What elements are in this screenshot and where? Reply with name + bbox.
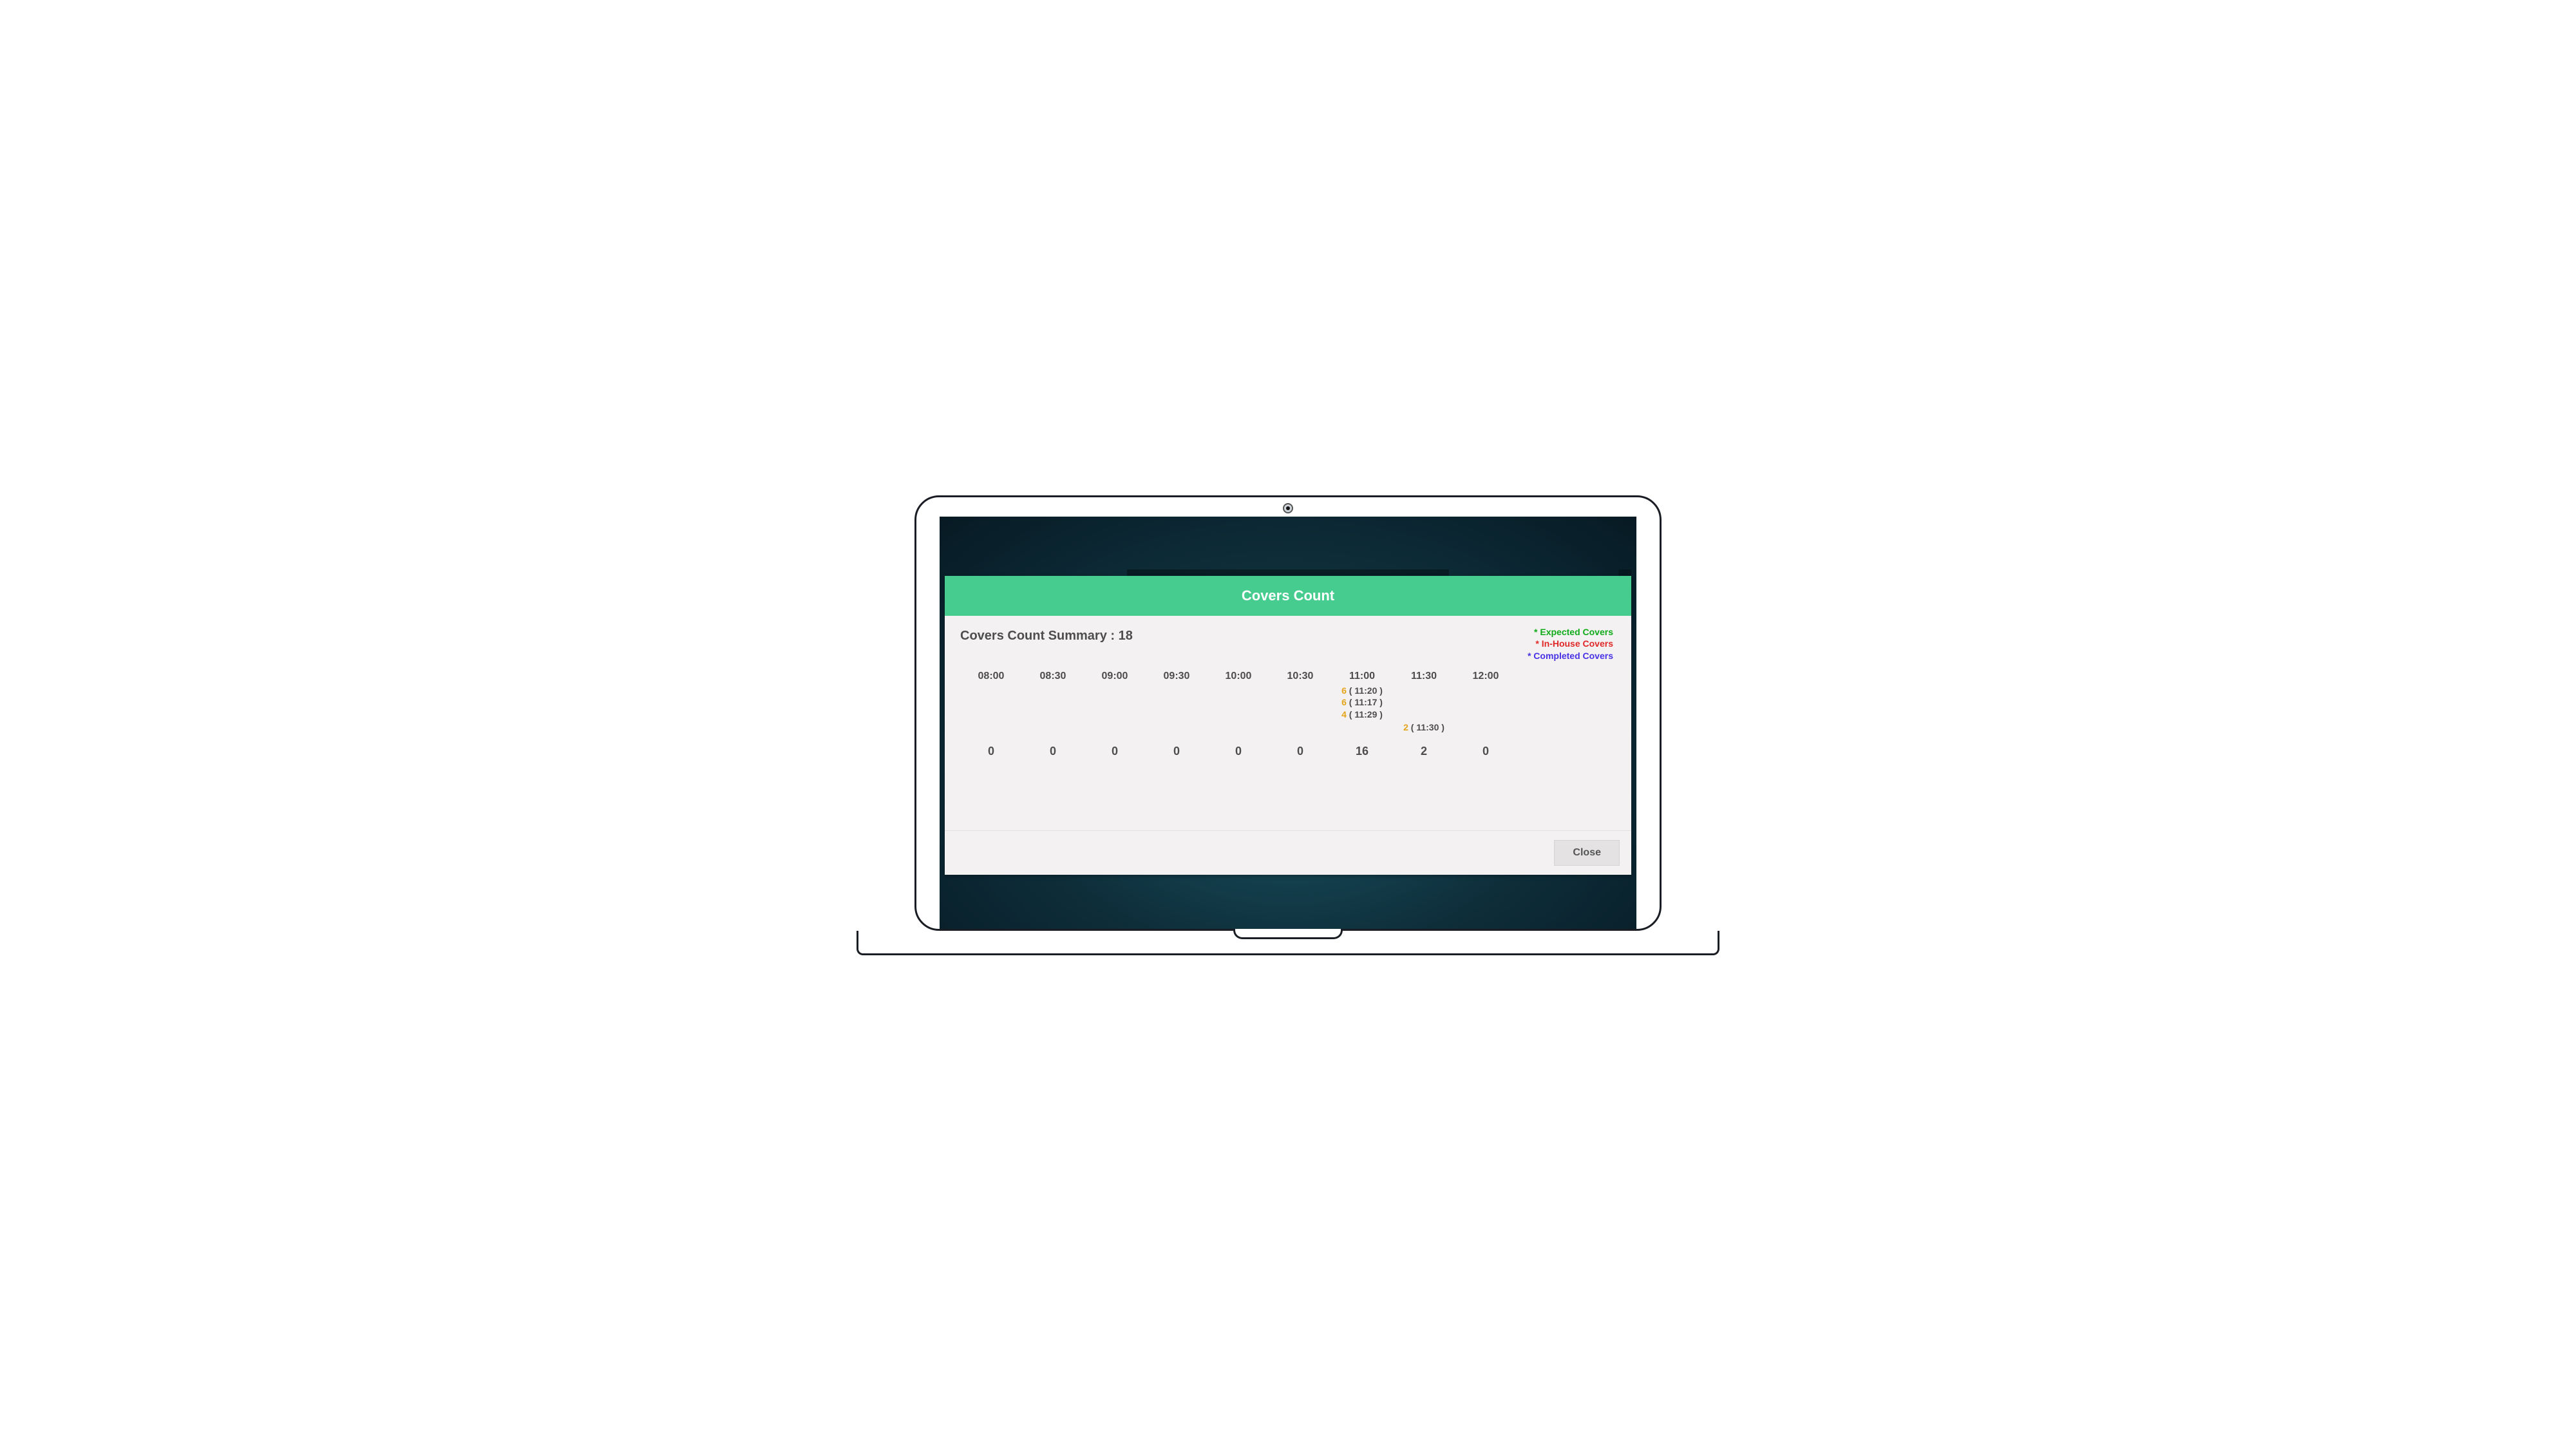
cover-entry-count: 6 [1341,697,1347,707]
timeline-column: 08:30 [1022,671,1084,745]
desktop-background: Covers Count Covers Count Summary : 18 *… [940,517,1636,929]
timeline-totals: 0000001620 [960,745,1616,758]
close-button[interactable]: Close [1554,840,1620,866]
background-window-hint [1127,569,1449,576]
column-total: 0 [960,745,1022,758]
background-window-hint-right [1618,569,1631,576]
cover-entry-time: ( 11:17 ) [1347,697,1383,707]
column-total: 0 [1146,745,1208,758]
column-time: 10:30 [1269,671,1331,682]
timeline-column: 11:30 2 ( 11:30 ) [1393,671,1455,745]
cover-entry-count: 4 [1341,709,1347,720]
legend-completed: * Completed Covers [1528,650,1613,662]
cover-entry-count: 6 [1341,685,1347,696]
timeline-column: 09:00 [1084,671,1146,745]
cover-entry-time: ( 11:29 ) [1347,709,1383,720]
laptop-base [857,931,1719,955]
modal-footer: Close [945,830,1631,875]
cover-entry: 6 ( 11:17 ) [1331,696,1393,709]
cover-entry: 2 ( 11:30 ) [1393,721,1455,734]
laptop-mockup: Covers Count Covers Count Summary : 18 *… [914,495,1662,955]
column-total: 0 [1084,745,1146,758]
covers-count-modal: Covers Count Covers Count Summary : 18 *… [945,576,1631,875]
column-total: 2 [1393,745,1455,758]
cover-entry-time: ( 11:20 ) [1347,685,1383,696]
cover-entry: 6 ( 11:20 ) [1331,685,1393,697]
timeline-column: 11:006 ( 11:20 )6 ( 11:17 )4 ( 11:29 ) [1331,671,1393,745]
legend: * Expected Covers * In-House Covers * Co… [1528,626,1613,663]
column-time: 09:00 [1084,671,1146,682]
summary-label: Covers Count Summary : [960,629,1115,643]
laptop-trackpad-notch [1233,929,1343,939]
timeline-column: 12:00 [1455,671,1517,745]
summary-value: 18 [1119,629,1133,643]
column-total: 0 [1269,745,1331,758]
timeline-column: 10:30 [1269,671,1331,745]
cover-entry: 4 ( 11:29 ) [1331,709,1393,721]
column-time: 10:00 [1208,671,1269,682]
legend-inhouse: * In-House Covers [1528,638,1613,650]
column-time: 11:30 [1393,671,1455,682]
column-time: 11:00 [1331,671,1393,682]
timeline-column: 08:00 [960,671,1022,745]
column-total: 0 [1208,745,1269,758]
column-entries: 2 ( 11:30 ) [1393,685,1455,734]
column-time: 12:00 [1455,671,1517,682]
column-time: 08:30 [1022,671,1084,682]
column-total: 0 [1455,745,1517,758]
timeline-column: 09:30 [1146,671,1208,745]
column-time: 09:30 [1146,671,1208,682]
modal-title: Covers Count [945,576,1631,616]
legend-expected: * Expected Covers [1528,626,1613,638]
summary-line: Covers Count Summary : 18 [960,629,1616,644]
modal-body: Covers Count Summary : 18 * Expected Cov… [945,616,1631,830]
timeline-grid: 08:0008:3009:0009:3010:0010:3011:00 6 ( 1… [960,671,1616,745]
column-time: 08:00 [960,671,1022,682]
cover-entry-time: ( 11:30 ) [1408,722,1444,732]
timeline-column: 10:00 [1208,671,1269,745]
camera-icon [1283,503,1293,513]
laptop-bezel: Covers Count Covers Count Summary : 18 *… [914,495,1662,931]
cover-entry-count: 2 [1403,722,1408,732]
column-entries: 6 ( 11:20 )6 ( 11:17 )4 ( 11:29 ) [1331,685,1393,721]
column-total: 16 [1331,745,1393,758]
column-total: 0 [1022,745,1084,758]
